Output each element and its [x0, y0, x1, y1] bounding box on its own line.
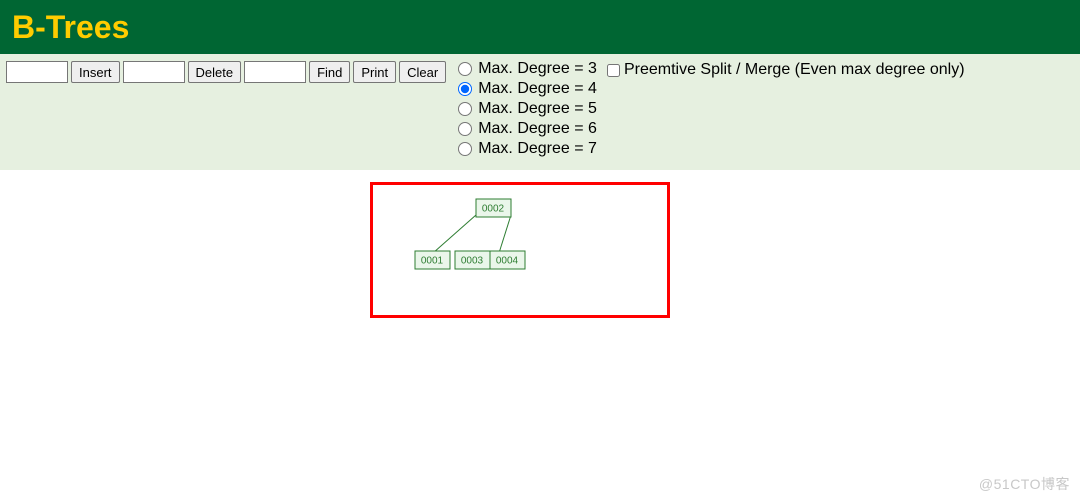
insert-button[interactable]: Insert	[71, 61, 120, 83]
tree-key: 0003	[461, 256, 484, 267]
degree-label: Max. Degree = 5	[478, 100, 597, 118]
degree-label: Max. Degree = 6	[478, 120, 597, 138]
degree-radio-4[interactable]	[458, 82, 472, 96]
degree-radio-6[interactable]	[458, 122, 472, 136]
action-controls: Insert Delete Find Print Clear	[6, 60, 446, 83]
degree-radio-5[interactable]	[458, 102, 472, 116]
watermark: @51CTO博客	[979, 474, 1070, 494]
tree-edge	[433, 215, 476, 253]
tree-visualization: 0002 0001 0003 0004	[370, 182, 670, 318]
degree-option-4[interactable]: Max. Degree = 4	[458, 80, 597, 98]
tree-key: 0002	[482, 204, 505, 215]
degree-option-6[interactable]: Max. Degree = 6	[458, 120, 597, 138]
degree-label: Max. Degree = 4	[478, 80, 597, 98]
print-button[interactable]: Print	[353, 61, 396, 83]
preemptive-checkbox[interactable]	[607, 64, 620, 77]
degree-option-3[interactable]: Max. Degree = 3	[458, 60, 597, 78]
delete-button[interactable]: Delete	[188, 61, 242, 83]
tree-key: 0001	[421, 256, 444, 267]
app-header: B-Trees	[0, 0, 1080, 54]
degree-label: Max. Degree = 7	[478, 140, 597, 158]
degree-option-5[interactable]: Max. Degree = 5	[458, 100, 597, 118]
tree-svg: 0002 0001 0003 0004	[373, 185, 667, 315]
degree-label: Max. Degree = 3	[478, 60, 597, 78]
page-title: B-Trees	[12, 9, 129, 46]
find-input[interactable]	[244, 61, 306, 83]
preemptive-group: Preemtive Split / Merge (Even max degree…	[607, 60, 965, 79]
insert-input[interactable]	[6, 61, 68, 83]
degree-radio-group: Max. Degree = 3 Max. Degree = 4 Max. Deg…	[458, 60, 597, 158]
control-panel: Insert Delete Find Print Clear Max. Degr…	[0, 54, 1080, 170]
tree-edge	[499, 215, 511, 253]
degree-radio-3[interactable]	[458, 62, 472, 76]
preemptive-label: Preemtive Split / Merge (Even max degree…	[624, 61, 965, 79]
degree-radio-7[interactable]	[458, 142, 472, 156]
tree-key: 0004	[496, 256, 519, 267]
clear-button[interactable]: Clear	[399, 61, 446, 83]
delete-input[interactable]	[123, 61, 185, 83]
degree-option-7[interactable]: Max. Degree = 7	[458, 140, 597, 158]
find-button[interactable]: Find	[309, 61, 350, 83]
